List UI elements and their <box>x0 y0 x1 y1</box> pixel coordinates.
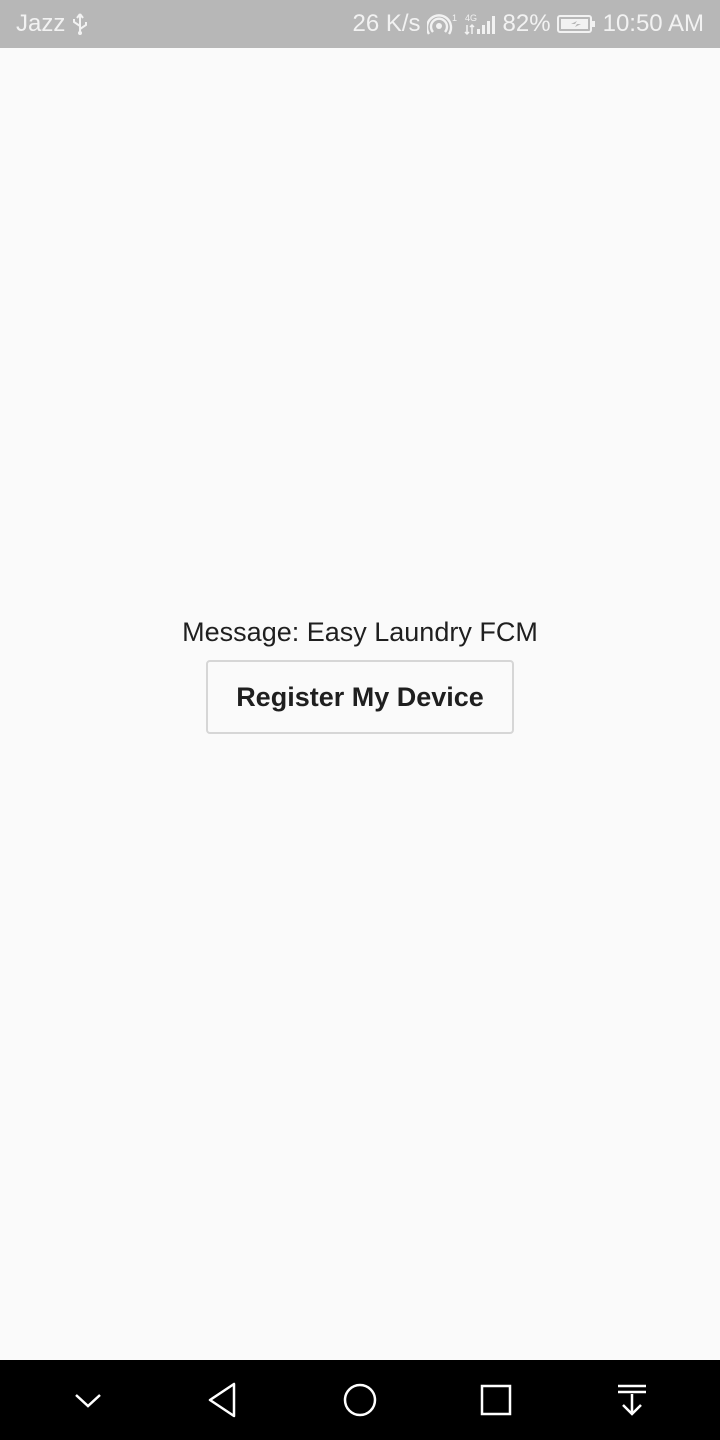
carrier-name: Jazz <box>16 10 66 37</box>
recents-icon[interactable] <box>464 1368 528 1432</box>
signal-icon: 4G <box>463 12 497 36</box>
main-content: Message: Easy Laundry FCM Register My De… <box>0 48 720 1360</box>
battery-icon <box>556 13 597 35</box>
back-icon[interactable] <box>192 1368 256 1432</box>
status-bar-left: Jazz <box>16 10 89 38</box>
hotspot-icon: 1 <box>426 12 457 36</box>
network-type-label: 4G <box>465 13 477 23</box>
center-block: Message: Easy Laundry FCM Register My De… <box>0 614 720 734</box>
status-bar: Jazz 26 K/s 1 4G 82% 10:50 AM <box>0 0 720 48</box>
battery-percent: 82% <box>502 10 551 37</box>
message-text: Message: Easy Laundry FCM <box>182 617 538 647</box>
usb-icon <box>71 12 89 36</box>
notification-pull-icon[interactable] <box>600 1368 664 1432</box>
home-icon[interactable] <box>328 1368 392 1432</box>
navigation-bar <box>0 1360 720 1440</box>
status-bar-right: 26 K/s 1 4G 82% 10:50 AM <box>353 10 705 38</box>
network-speed: 26 K/s <box>352 10 421 37</box>
chevron-down-icon[interactable] <box>56 1368 120 1432</box>
clock: 10:50 AM <box>602 10 704 37</box>
register-device-button[interactable]: Register My Device <box>206 660 514 734</box>
svg-text:1: 1 <box>452 13 457 23</box>
